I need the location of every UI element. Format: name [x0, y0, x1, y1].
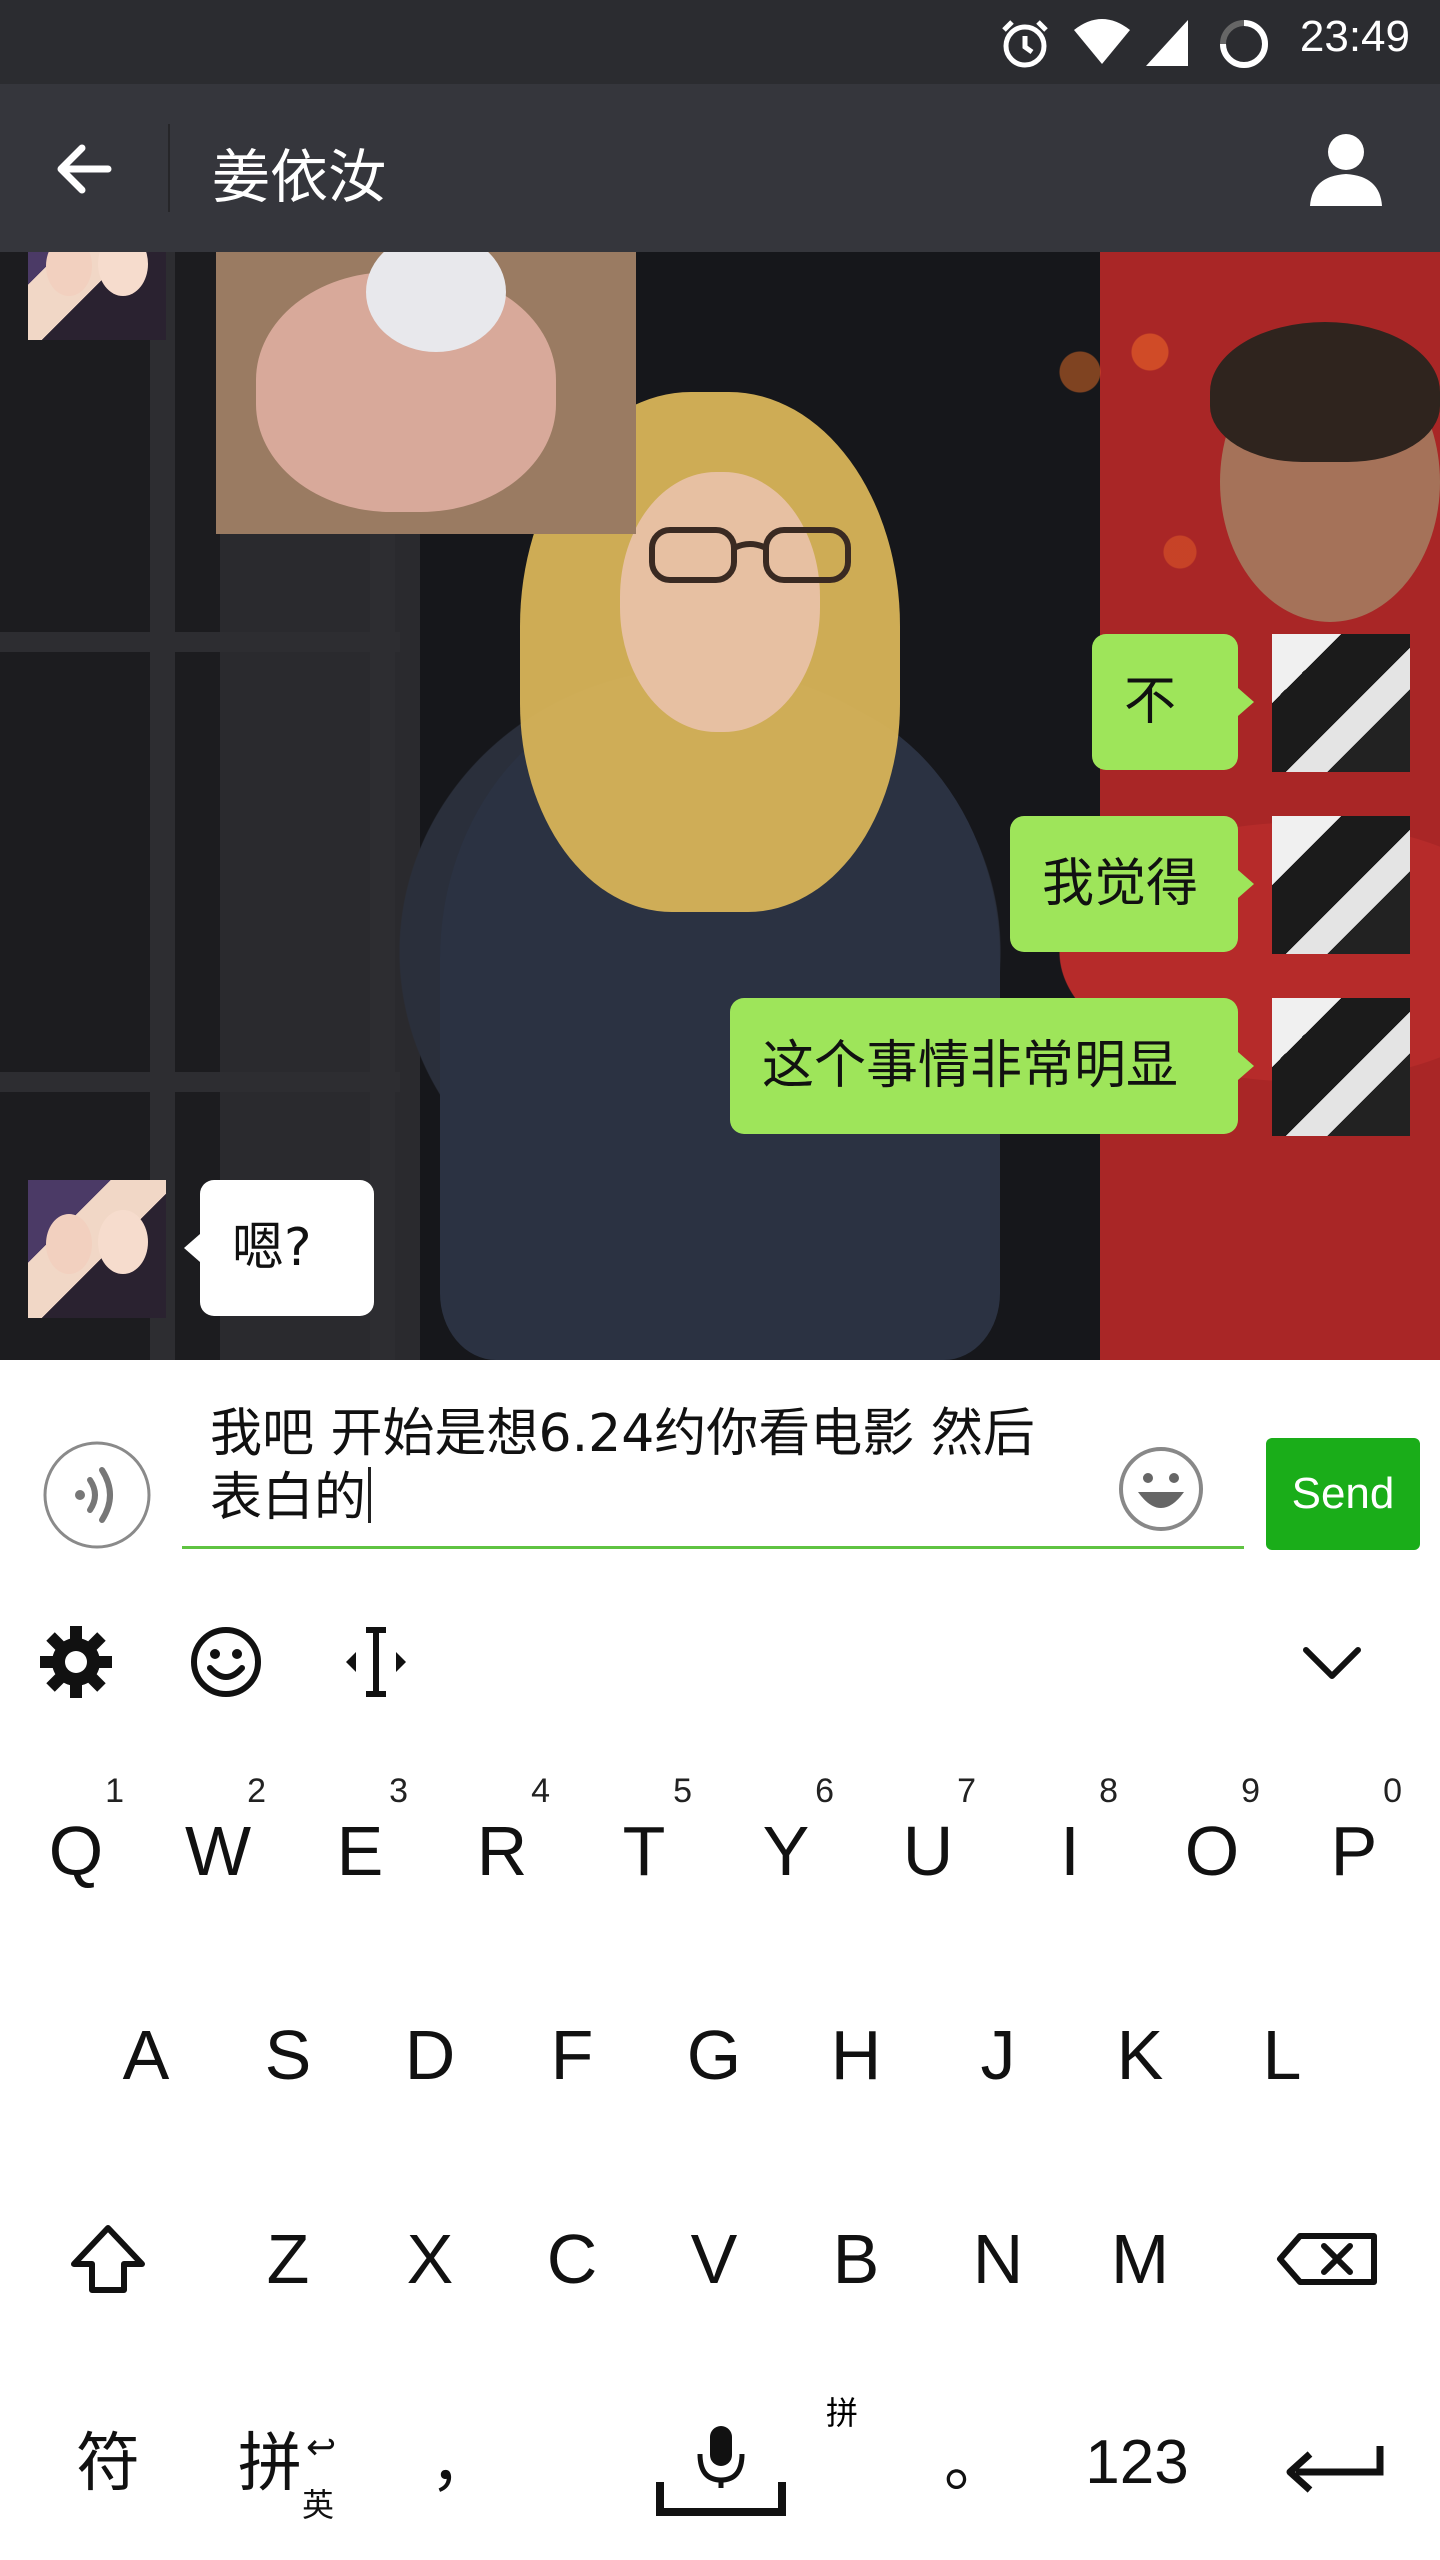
key-m[interactable]: M — [1070, 2184, 1210, 2334]
key-w[interactable]: 2W — [148, 1772, 288, 1926]
key-a[interactable]: A — [76, 1980, 216, 2130]
message-text: 这个事情非常明显 — [762, 1036, 1179, 1096]
back-arrow-icon[interactable] — [50, 134, 120, 204]
input-line-1: 我吧 开始是想6.24约你看电影 然后 — [210, 1404, 1035, 1464]
key-z[interactable]: Z — [218, 2184, 358, 2334]
key-q[interactable]: 1Q — [6, 1772, 146, 1926]
voice-input-icon[interactable] — [42, 1440, 152, 1550]
key-i[interactable]: 8I — [1000, 1772, 1140, 1926]
loading-icon — [1220, 20, 1268, 68]
status-bar: 23:49 — [0, 0, 1440, 84]
profile-icon[interactable] — [1306, 128, 1386, 208]
key-o[interactable]: 9O — [1142, 1772, 1282, 1926]
cell-signal-icon — [1146, 20, 1188, 66]
background-man-hair — [1210, 322, 1440, 462]
image-message[interactable] — [216, 252, 636, 534]
comma-key[interactable]: ， — [392, 2388, 532, 2538]
english-sub-label: 英 — [302, 2487, 335, 2523]
text-caret — [368, 1467, 372, 1523]
microphone-icon — [656, 2426, 786, 2516]
key-u[interactable]: 7U — [858, 1772, 998, 1926]
contact-avatar[interactable] — [28, 1180, 166, 1318]
key-h[interactable]: H — [786, 1980, 926, 2130]
my-avatar[interactable] — [1272, 634, 1410, 772]
key-d[interactable]: D — [360, 1980, 500, 2130]
key-x[interactable]: X — [360, 2184, 500, 2334]
message-bubble-sent[interactable]: 这个事情非常明显 — [730, 998, 1254, 1134]
symbols-key[interactable]: 符 — [38, 2388, 178, 2538]
key-v[interactable]: V — [644, 2184, 784, 2334]
keyboard-toolbar — [0, 1576, 1440, 1746]
cursor-move-icon[interactable] — [336, 1622, 416, 1702]
input-underline — [182, 1546, 1244, 1549]
background-glasses — [649, 527, 851, 583]
contact-avatar[interactable] — [28, 252, 166, 340]
emoji-icon[interactable] — [1118, 1446, 1204, 1532]
message-bubble-received[interactable]: 嗯? — [184, 1180, 374, 1316]
chat-title: 姜依汝 — [212, 143, 387, 211]
background-person-face — [620, 472, 820, 732]
key-k[interactable]: K — [1070, 1980, 1210, 2130]
key-b[interactable]: B — [786, 2184, 926, 2334]
key-n[interactable]: N — [928, 2184, 1068, 2334]
key-r[interactable]: 4R — [432, 1772, 572, 1926]
gear-icon[interactable] — [36, 1622, 116, 1702]
key-t[interactable]: 5T — [574, 1772, 714, 1926]
input-line-2: 表白的 — [210, 1468, 367, 1528]
chevron-down-icon[interactable] — [1292, 1622, 1372, 1702]
key-j[interactable]: J — [928, 1980, 1068, 2130]
space-label: 拼 — [826, 2394, 859, 2432]
my-avatar[interactable] — [1272, 998, 1410, 1136]
key-c[interactable]: C — [502, 2184, 642, 2334]
message-input[interactable]: 我吧 开始是想6.24约你看电影 然后 表白的 — [210, 1402, 1110, 1530]
key-y[interactable]: 6Y — [716, 1772, 856, 1926]
status-time: 23:49 — [1299, 12, 1410, 61]
period-key[interactable]: 。 — [906, 2388, 1046, 2538]
key-p[interactable]: 0P — [1284, 1772, 1424, 1926]
switch-arrow-icon: ↩ — [306, 2426, 337, 2467]
space-key[interactable]: 拼 — [560, 2388, 880, 2538]
backspace-key[interactable] — [1254, 2184, 1404, 2334]
soft-keyboard: 1Q 2W 3E 4R 5T 6Y 7U 8I 9O 0P A S D F G … — [0, 1576, 1440, 2560]
pinyin-english-toggle-key[interactable]: 拼 英 ↩ — [210, 2388, 350, 2538]
smiley-icon[interactable] — [186, 1622, 266, 1702]
chat-header: 姜依汝 — [0, 84, 1440, 252]
alarm-icon — [1002, 20, 1048, 68]
header-divider — [168, 124, 170, 212]
key-f[interactable]: F — [502, 1980, 642, 2130]
key-s[interactable]: S — [218, 1980, 358, 2130]
numbers-key[interactable]: 123 — [1062, 2388, 1212, 2538]
key-l[interactable]: L — [1212, 1980, 1352, 2130]
message-bubble-sent[interactable]: 我觉得 — [1010, 816, 1254, 952]
chat-area[interactable]: 不 我觉得 这个事情非常明显 嗯? — [0, 252, 1440, 1360]
key-e[interactable]: 3E — [290, 1772, 430, 1926]
input-bar: 我吧 开始是想6.24约你看电影 然后 表白的 Send — [0, 1360, 1440, 1576]
wifi-icon — [1074, 19, 1130, 64]
message-text: 我觉得 — [1042, 854, 1199, 914]
send-button[interactable]: Send — [1266, 1438, 1420, 1550]
message-text: 嗯? — [232, 1218, 312, 1278]
shift-key[interactable] — [38, 2184, 178, 2334]
my-avatar[interactable] — [1272, 816, 1410, 954]
message-bubble-sent[interactable]: 不 — [1092, 634, 1254, 770]
message-text: 不 — [1124, 672, 1177, 732]
key-g[interactable]: G — [644, 1980, 784, 2130]
enter-key[interactable] — [1260, 2388, 1410, 2538]
